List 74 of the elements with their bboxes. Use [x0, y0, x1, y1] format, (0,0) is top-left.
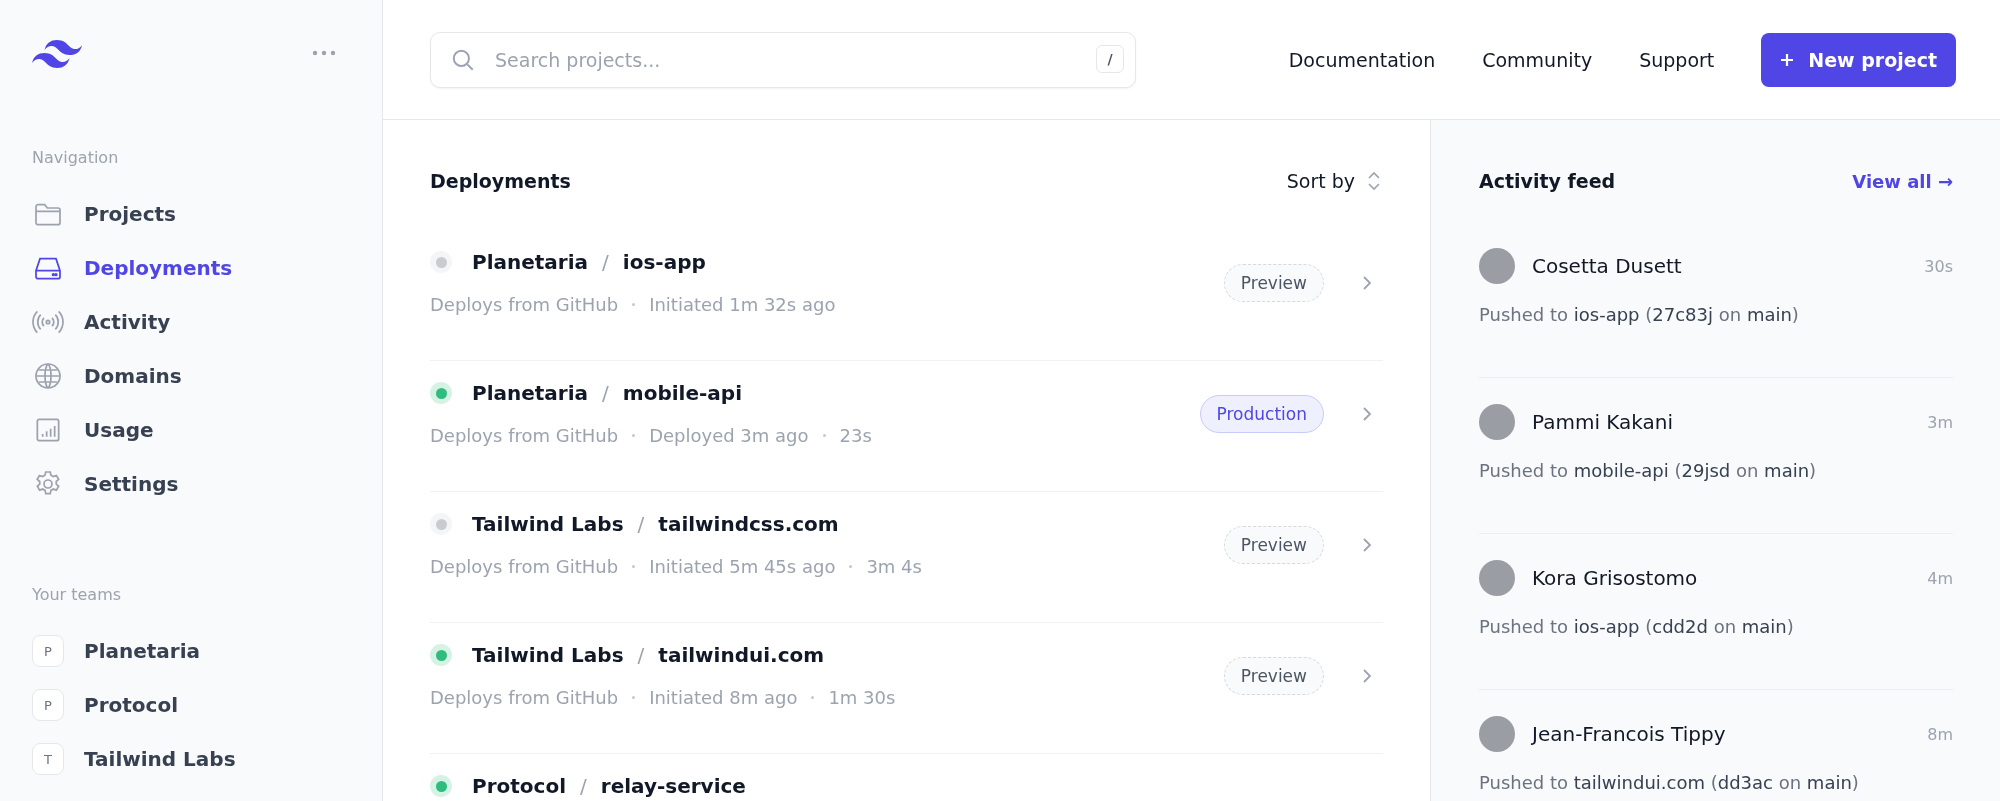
globe-icon [32, 360, 64, 392]
team-name: Protocol [472, 774, 566, 798]
timestamp: 8m [1927, 724, 1953, 744]
project-name[interactable]: mobile-api [622, 381, 742, 405]
section-heading: Your teams [32, 585, 123, 604]
view-all-link[interactable]: View all → [1852, 170, 1953, 192]
team-initial-badge: T [32, 743, 64, 775]
deployment-meta: 23s [839, 425, 872, 446]
path-separator: / [602, 250, 609, 274]
nav-item[interactable]: Activity [32, 295, 350, 349]
activity-description: Pushed to ios-app (27c83j on main) [1479, 304, 1800, 325]
deployment-meta: Initiated 8m ago [649, 687, 798, 708]
user-name: Cosetta Dusett [1532, 254, 1683, 278]
deployment-meta: Deploys from GitHub [430, 425, 619, 446]
user-name: Jean-Francois Tippy [1532, 722, 1727, 746]
team-name: Tailwind Labs [472, 512, 624, 536]
sort-icon [1365, 170, 1383, 192]
path-separator: / [637, 512, 645, 536]
deployment-meta: Initiated 1m 32s ago [649, 294, 836, 315]
path-separator: / [580, 774, 587, 798]
panel-title: Activity feed [1479, 170, 1616, 192]
nav-item[interactable]: Settings [32, 457, 350, 511]
team-name: Planetaria [472, 250, 589, 274]
nav-link[interactable]: Support [1639, 48, 1715, 71]
project-name[interactable]: relay-service [600, 774, 746, 798]
team-link[interactable]: Planetaria [84, 639, 201, 663]
nav-link[interactable]: Documentation [1288, 48, 1436, 71]
team-link[interactable]: Tailwind Labs [84, 747, 236, 771]
panel-title: Deployments [430, 170, 571, 192]
deployment-meta: Initiated 5m 45s ago [649, 556, 836, 577]
path-separator: / [637, 643, 645, 667]
team-initial-badge: P [32, 689, 64, 721]
avatar [1479, 560, 1515, 596]
new-project-button[interactable]: New project [1761, 32, 1956, 87]
logo-icon[interactable] [32, 38, 82, 68]
deployment-meta: Deploys from GitHub [430, 687, 619, 708]
activity-description: Pushed to tailwindui.com (dd3ac on main) [1479, 772, 1860, 793]
environment-badge: Preview [1223, 657, 1324, 695]
nav-item[interactable]: Domains [32, 349, 350, 403]
environment-badge: Production [1199, 395, 1324, 433]
timestamp: 30s [1924, 256, 1953, 276]
activity-description: Pushed to mobile-api (29jsd on main) [1479, 460, 1818, 481]
deployment-meta: 1m 30s [828, 687, 896, 708]
more-icon[interactable] [312, 50, 336, 56]
sort-button[interactable]: Sort by [1286, 170, 1383, 192]
environment-badge: Preview [1223, 526, 1324, 564]
deployment-meta: Deploys from GitHub [430, 556, 619, 577]
path-separator: / [602, 381, 609, 405]
environment-badge: Preview [1223, 264, 1324, 302]
timestamp: 4m [1927, 568, 1953, 588]
avatar [1479, 248, 1515, 284]
team-name: Tailwind Labs [472, 643, 624, 667]
deployment-meta: Deploys from GitHub [430, 294, 619, 315]
plus-icon [1780, 52, 1795, 67]
section-heading: Navigation [32, 148, 120, 167]
nav-link[interactable]: Community [1482, 48, 1593, 71]
nav-item[interactable]: Projects [32, 187, 350, 241]
nav-item[interactable]: Deployments [32, 241, 350, 295]
team-initial-badge: P [32, 635, 64, 667]
shortcut-key: / [1096, 44, 1124, 73]
deployment-meta: Deployed 3m ago [649, 425, 809, 446]
user-name: Pammi Kakani [1532, 410, 1675, 434]
project-name[interactable]: tailwindui.com [658, 643, 825, 667]
activity-description: Pushed to ios-app (cdd2d on main) [1479, 616, 1795, 637]
project-name[interactable]: tailwindcss.com [658, 512, 839, 536]
user-name: Kora Grisostomo [1532, 566, 1699, 590]
team-link[interactable]: Protocol [84, 693, 178, 717]
avatar [1479, 404, 1515, 440]
team-name: Planetaria [472, 381, 589, 405]
deployment-meta: 3m 4s [866, 556, 922, 577]
avatar [1479, 716, 1515, 752]
nav-item[interactable]: Usage [32, 403, 350, 457]
timestamp: 3m [1927, 412, 1953, 432]
project-name[interactable]: ios-app [622, 250, 706, 274]
